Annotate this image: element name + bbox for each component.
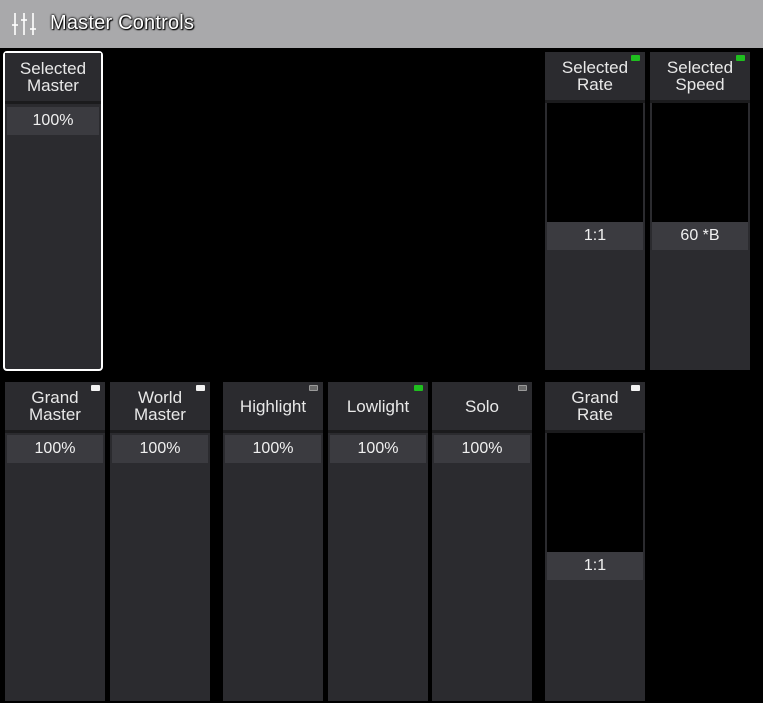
status-led — [91, 385, 100, 391]
fader-value: 100% — [330, 435, 426, 463]
fader-value: 100% — [434, 435, 530, 463]
status-led — [631, 385, 640, 391]
fader-world-master[interactable]: World Master 100% — [110, 382, 210, 701]
fader-grand-master[interactable]: Grand Master 100% — [5, 382, 105, 701]
fader-track-empty — [547, 433, 643, 552]
fader-highlight[interactable]: Highlight 100% — [223, 382, 323, 701]
fader-label: Selected Rate — [545, 52, 645, 103]
fader-track-empty — [652, 103, 748, 222]
fader-value: 100% — [7, 107, 99, 135]
title-bar: Master Controls — [0, 0, 763, 48]
fader-value: 60 *B — [652, 222, 748, 250]
fader-grand-rate[interactable]: Grand Rate 1:1 — [545, 382, 645, 701]
fader-label: Grand Rate — [545, 382, 645, 433]
fader-label: World Master — [110, 382, 210, 433]
fader-lowlight[interactable]: Lowlight 100% — [328, 382, 428, 701]
fader-solo[interactable]: Solo 100% — [432, 382, 532, 701]
sliders-icon — [12, 13, 36, 35]
fader-label: Solo — [432, 382, 532, 433]
status-led — [631, 55, 640, 61]
status-led — [414, 385, 423, 391]
fader-label: Selected Master — [5, 53, 101, 104]
status-led — [309, 385, 318, 391]
fader-selected-rate[interactable]: Selected Rate 1:1 — [545, 52, 645, 370]
fader-label: Lowlight — [328, 382, 428, 433]
fader-value: 100% — [7, 435, 103, 463]
window-title: Master Controls — [50, 12, 195, 34]
fader-value: 100% — [112, 435, 208, 463]
fader-value: 1:1 — [547, 222, 643, 250]
fader-track-empty — [547, 103, 643, 222]
fader-value: 1:1 — [547, 552, 643, 580]
status-led — [196, 385, 205, 391]
fader-label: Grand Master — [5, 382, 105, 433]
fader-value: 100% — [225, 435, 321, 463]
fader-label: Selected Speed — [650, 52, 750, 103]
fader-selected-speed[interactable]: Selected Speed 60 *B — [650, 52, 750, 370]
fader-label: Highlight — [223, 382, 323, 433]
fader-selected-master[interactable]: Selected Master 100% — [3, 51, 103, 371]
status-led — [736, 55, 745, 61]
status-led — [518, 385, 527, 391]
